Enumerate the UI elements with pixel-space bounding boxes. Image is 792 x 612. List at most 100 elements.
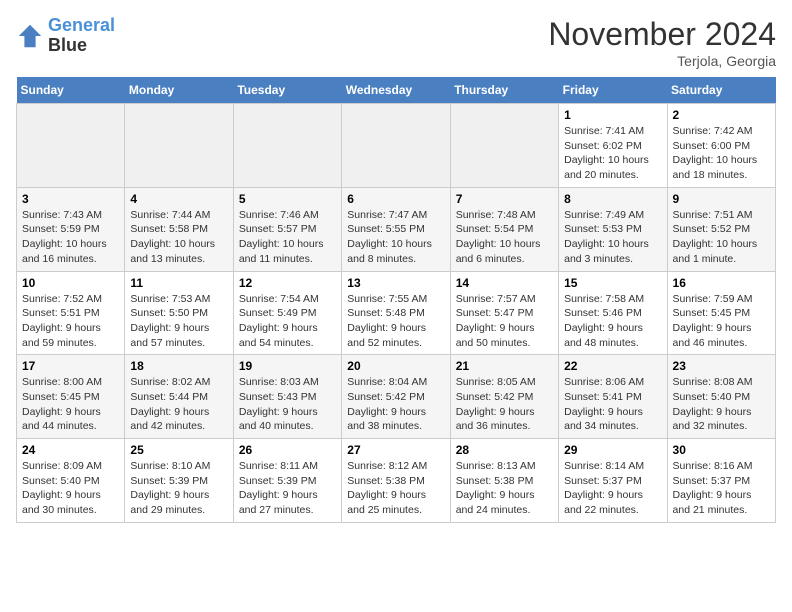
day-info: Sunrise: 7:48 AMSunset: 5:54 PMDaylight:… [456, 208, 553, 267]
day-cell: 10 Sunrise: 7:52 AMSunset: 5:51 PMDaylig… [17, 271, 125, 355]
day-number: 21 [456, 359, 553, 373]
day-number: 6 [347, 192, 444, 206]
day-cell: 30 Sunrise: 8:16 AMSunset: 5:37 PMDaylig… [667, 439, 775, 523]
day-number: 22 [564, 359, 661, 373]
day-info: Sunrise: 7:51 AMSunset: 5:52 PMDaylight:… [673, 208, 770, 267]
day-info: Sunrise: 7:41 AMSunset: 6:02 PMDaylight:… [564, 124, 661, 183]
day-header-saturday: Saturday [667, 77, 775, 104]
day-cell: 29 Sunrise: 8:14 AMSunset: 5:37 PMDaylig… [559, 439, 667, 523]
day-number: 10 [22, 276, 119, 290]
day-number: 3 [22, 192, 119, 206]
location: Terjola, Georgia [548, 53, 776, 69]
day-info: Sunrise: 7:47 AMSunset: 5:55 PMDaylight:… [347, 208, 444, 267]
day-cell: 4 Sunrise: 7:44 AMSunset: 5:58 PMDayligh… [125, 187, 233, 271]
day-cell: 1 Sunrise: 7:41 AMSunset: 6:02 PMDayligh… [559, 104, 667, 188]
day-info: Sunrise: 7:43 AMSunset: 5:59 PMDaylight:… [22, 208, 119, 267]
day-cell: 7 Sunrise: 7:48 AMSunset: 5:54 PMDayligh… [450, 187, 558, 271]
day-cell: 17 Sunrise: 8:00 AMSunset: 5:45 PMDaylig… [17, 355, 125, 439]
day-number: 1 [564, 108, 661, 122]
day-info: Sunrise: 8:04 AMSunset: 5:42 PMDaylight:… [347, 375, 444, 434]
week-row-3: 10 Sunrise: 7:52 AMSunset: 5:51 PMDaylig… [17, 271, 776, 355]
day-number: 13 [347, 276, 444, 290]
day-number: 17 [22, 359, 119, 373]
day-info: Sunrise: 7:46 AMSunset: 5:57 PMDaylight:… [239, 208, 336, 267]
day-cell [17, 104, 125, 188]
day-cell: 14 Sunrise: 7:57 AMSunset: 5:47 PMDaylig… [450, 271, 558, 355]
day-info: Sunrise: 8:06 AMSunset: 5:41 PMDaylight:… [564, 375, 661, 434]
day-number: 20 [347, 359, 444, 373]
day-info: Sunrise: 7:57 AMSunset: 5:47 PMDaylight:… [456, 292, 553, 351]
day-cell: 26 Sunrise: 8:11 AMSunset: 5:39 PMDaylig… [233, 439, 341, 523]
day-cell: 13 Sunrise: 7:55 AMSunset: 5:48 PMDaylig… [342, 271, 450, 355]
day-header-wednesday: Wednesday [342, 77, 450, 104]
day-number: 12 [239, 276, 336, 290]
day-info: Sunrise: 7:58 AMSunset: 5:46 PMDaylight:… [564, 292, 661, 351]
day-number: 19 [239, 359, 336, 373]
day-number: 14 [456, 276, 553, 290]
month-title: November 2024 [548, 16, 776, 53]
logo-icon [16, 22, 44, 50]
day-header-monday: Monday [125, 77, 233, 104]
day-number: 28 [456, 443, 553, 457]
day-number: 8 [564, 192, 661, 206]
day-cell: 11 Sunrise: 7:53 AMSunset: 5:50 PMDaylig… [125, 271, 233, 355]
day-number: 30 [673, 443, 770, 457]
day-cell: 15 Sunrise: 7:58 AMSunset: 5:46 PMDaylig… [559, 271, 667, 355]
day-cell: 21 Sunrise: 8:05 AMSunset: 5:42 PMDaylig… [450, 355, 558, 439]
calendar-header-row: SundayMondayTuesdayWednesdayThursdayFrid… [17, 77, 776, 104]
day-info: Sunrise: 8:09 AMSunset: 5:40 PMDaylight:… [22, 459, 119, 518]
day-info: Sunrise: 8:00 AMSunset: 5:45 PMDaylight:… [22, 375, 119, 434]
day-cell [233, 104, 341, 188]
day-header-friday: Friday [559, 77, 667, 104]
day-number: 24 [22, 443, 119, 457]
day-cell: 9 Sunrise: 7:51 AMSunset: 5:52 PMDayligh… [667, 187, 775, 271]
title-block: November 2024 Terjola, Georgia [548, 16, 776, 69]
day-info: Sunrise: 8:03 AMSunset: 5:43 PMDaylight:… [239, 375, 336, 434]
day-number: 26 [239, 443, 336, 457]
page-header: General Blue November 2024 Terjola, Geor… [16, 16, 776, 69]
day-cell: 27 Sunrise: 8:12 AMSunset: 5:38 PMDaylig… [342, 439, 450, 523]
week-row-5: 24 Sunrise: 8:09 AMSunset: 5:40 PMDaylig… [17, 439, 776, 523]
day-info: Sunrise: 8:13 AMSunset: 5:38 PMDaylight:… [456, 459, 553, 518]
day-header-thursday: Thursday [450, 77, 558, 104]
day-number: 15 [564, 276, 661, 290]
day-info: Sunrise: 8:02 AMSunset: 5:44 PMDaylight:… [130, 375, 227, 434]
day-cell: 25 Sunrise: 8:10 AMSunset: 5:39 PMDaylig… [125, 439, 233, 523]
day-number: 11 [130, 276, 227, 290]
logo-text: General Blue [48, 16, 115, 56]
day-cell: 2 Sunrise: 7:42 AMSunset: 6:00 PMDayligh… [667, 104, 775, 188]
day-info: Sunrise: 8:16 AMSunset: 5:37 PMDaylight:… [673, 459, 770, 518]
day-cell: 5 Sunrise: 7:46 AMSunset: 5:57 PMDayligh… [233, 187, 341, 271]
day-info: Sunrise: 7:52 AMSunset: 5:51 PMDaylight:… [22, 292, 119, 351]
day-number: 2 [673, 108, 770, 122]
calendar-table: SundayMondayTuesdayWednesdayThursdayFrid… [16, 77, 776, 523]
day-number: 29 [564, 443, 661, 457]
day-info: Sunrise: 8:08 AMSunset: 5:40 PMDaylight:… [673, 375, 770, 434]
day-number: 18 [130, 359, 227, 373]
day-cell: 6 Sunrise: 7:47 AMSunset: 5:55 PMDayligh… [342, 187, 450, 271]
day-cell: 16 Sunrise: 7:59 AMSunset: 5:45 PMDaylig… [667, 271, 775, 355]
day-info: Sunrise: 8:14 AMSunset: 5:37 PMDaylight:… [564, 459, 661, 518]
day-info: Sunrise: 8:12 AMSunset: 5:38 PMDaylight:… [347, 459, 444, 518]
day-cell: 23 Sunrise: 8:08 AMSunset: 5:40 PMDaylig… [667, 355, 775, 439]
day-cell: 19 Sunrise: 8:03 AMSunset: 5:43 PMDaylig… [233, 355, 341, 439]
day-number: 25 [130, 443, 227, 457]
day-number: 7 [456, 192, 553, 206]
day-cell: 12 Sunrise: 7:54 AMSunset: 5:49 PMDaylig… [233, 271, 341, 355]
day-info: Sunrise: 7:42 AMSunset: 6:00 PMDaylight:… [673, 124, 770, 183]
day-info: Sunrise: 8:05 AMSunset: 5:42 PMDaylight:… [456, 375, 553, 434]
week-row-4: 17 Sunrise: 8:00 AMSunset: 5:45 PMDaylig… [17, 355, 776, 439]
day-header-tuesday: Tuesday [233, 77, 341, 104]
day-cell: 20 Sunrise: 8:04 AMSunset: 5:42 PMDaylig… [342, 355, 450, 439]
week-row-2: 3 Sunrise: 7:43 AMSunset: 5:59 PMDayligh… [17, 187, 776, 271]
day-info: Sunrise: 7:49 AMSunset: 5:53 PMDaylight:… [564, 208, 661, 267]
day-cell: 28 Sunrise: 8:13 AMSunset: 5:38 PMDaylig… [450, 439, 558, 523]
day-cell: 3 Sunrise: 7:43 AMSunset: 5:59 PMDayligh… [17, 187, 125, 271]
day-info: Sunrise: 7:54 AMSunset: 5:49 PMDaylight:… [239, 292, 336, 351]
day-info: Sunrise: 7:59 AMSunset: 5:45 PMDaylight:… [673, 292, 770, 351]
day-cell: 22 Sunrise: 8:06 AMSunset: 5:41 PMDaylig… [559, 355, 667, 439]
day-info: Sunrise: 7:44 AMSunset: 5:58 PMDaylight:… [130, 208, 227, 267]
day-cell: 8 Sunrise: 7:49 AMSunset: 5:53 PMDayligh… [559, 187, 667, 271]
day-number: 27 [347, 443, 444, 457]
day-cell: 18 Sunrise: 8:02 AMSunset: 5:44 PMDaylig… [125, 355, 233, 439]
